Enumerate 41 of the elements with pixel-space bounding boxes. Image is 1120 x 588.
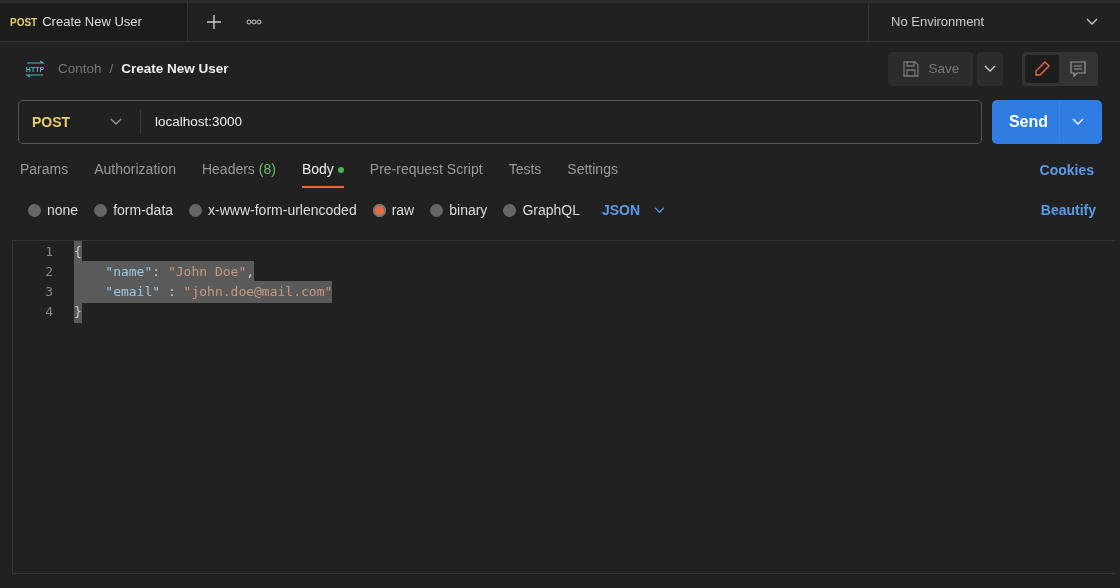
- chevron-down-icon: [1072, 118, 1084, 126]
- breadcrumb-separator: /: [109, 59, 114, 78]
- body-type-radio[interactable]: binary: [430, 199, 488, 221]
- cookies-link[interactable]: Cookies: [1033, 158, 1100, 182]
- send-button[interactable]: Send: [992, 100, 1102, 144]
- request-tab[interactable]: POST Create New User: [0, 3, 188, 41]
- request-tab[interactable]: Body: [301, 152, 344, 188]
- request-tab[interactable]: Settings: [567, 152, 618, 188]
- beautify-link[interactable]: Beautify: [1034, 198, 1102, 222]
- code-editor[interactable]: 1 { 2 "name": "John Doe", 3 "email" : "john.doe@mail.com" 4 }: [12, 240, 1115, 574]
- more-icon[interactable]: [246, 19, 262, 25]
- method-label: POST: [10, 15, 38, 30]
- body-type-radio[interactable]: form-data: [94, 199, 174, 221]
- chevron-down-icon: [983, 65, 996, 73]
- line-number: 1: [44, 243, 54, 262]
- environment-select[interactable]: No Environment: [868, 3, 1120, 41]
- request-name: Create New User: [121, 59, 229, 78]
- line-number: 4: [44, 303, 54, 322]
- add-icon[interactable]: [206, 14, 222, 30]
- body-type-radio[interactable]: none: [28, 199, 79, 221]
- chevron-down-icon: [1086, 18, 1098, 26]
- chevron-down-icon: [110, 118, 122, 126]
- chevron-down-icon: [653, 206, 665, 214]
- line-number: 3: [44, 283, 54, 302]
- save-icon: [902, 60, 921, 78]
- line-number: 2: [44, 263, 54, 282]
- collection-name[interactable]: Contoh: [58, 58, 102, 80]
- body-type-radio[interactable]: raw: [372, 199, 415, 221]
- method-select[interactable]: POST: [19, 110, 141, 134]
- request-tab[interactable]: Pre-request Script: [369, 152, 483, 188]
- url-field[interactable]: POST localhost:3000: [18, 100, 982, 144]
- format-select[interactable]: JSON: [595, 198, 671, 222]
- tab-title: Create New User: [42, 13, 142, 32]
- request-tab[interactable]: Authorization: [94, 152, 176, 188]
- request-tab[interactable]: Headers (8): [201, 152, 276, 188]
- body-type-radio[interactable]: x-www-form-urlencoded: [189, 199, 357, 221]
- request-tab[interactable]: Tests: [508, 152, 542, 188]
- pencil-icon[interactable]: [1025, 55, 1059, 83]
- request-tab[interactable]: Params: [20, 152, 69, 188]
- save-options-button[interactable]: [976, 52, 1003, 86]
- body-type-radio[interactable]: GraphQL: [503, 199, 580, 221]
